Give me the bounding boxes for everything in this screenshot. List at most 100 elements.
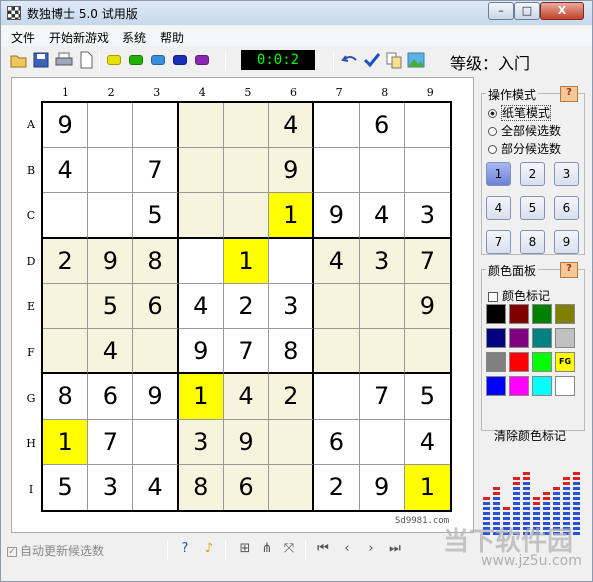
number-button-2[interactable]: 2 [520,162,545,186]
save-icon[interactable] [32,51,50,69]
sudoku-cell-H2[interactable]: 7 [88,419,134,465]
help-pointer-icon[interactable]: ? [177,541,193,557]
sudoku-cell-E5[interactable]: 2 [223,283,270,330]
menu-system[interactable]: 系统 [122,29,146,46]
sudoku-cell-B2[interactable] [88,148,134,194]
sudoku-cell-D9[interactable]: 7 [404,238,450,284]
sudoku-cell-G9[interactable]: 5 [404,374,450,420]
color-swatch[interactable] [532,328,552,348]
sudoku-cell-C5[interactable] [223,193,270,239]
sudoku-cell-A6[interactable]: 4 [269,103,315,149]
color-swatch[interactable] [532,352,552,372]
radio-pen-mode[interactable]: 纸笔模式 [488,104,552,121]
color-swatch[interactable] [486,304,506,324]
close-button[interactable]: X [540,2,584,20]
sudoku-cell-G3[interactable]: 9 [133,374,179,420]
sudoku-cell-F6[interactable]: 8 [269,329,315,375]
sudoku-cell-B7[interactable] [314,148,360,194]
sudoku-cell-D2[interactable]: 9 [88,238,134,284]
sudoku-cell-A7[interactable] [314,103,360,149]
sudoku-cell-H4[interactable]: 3 [178,419,224,465]
sudoku-cell-C1[interactable] [43,193,89,239]
sudoku-cell-F8[interactable] [359,329,405,375]
sudoku-cell-D8[interactable]: 3 [359,238,405,284]
sudoku-cell-E1[interactable] [43,283,89,330]
color-mark-checkbox[interactable]: 颜色标记 [488,287,550,304]
sudoku-cell-H9[interactable]: 4 [404,419,450,465]
menu-help[interactable]: 帮助 [160,29,184,46]
minimize-button[interactable]: – [488,2,514,20]
sudoku-cell-A9[interactable] [404,103,450,149]
sudoku-cell-H8[interactable] [359,419,405,465]
mode-help-button[interactable]: ? [560,86,578,102]
sudoku-cell-B8[interactable] [359,148,405,194]
tree-icon[interactable]: ⊞ [237,541,253,557]
last-icon[interactable]: ⏭ [387,541,403,557]
sudoku-cell-B6[interactable]: 9 [269,148,315,194]
branch-icon[interactable]: ⋔ [259,541,275,557]
color-swatch[interactable] [486,352,506,372]
number-button-3[interactable]: 3 [554,162,579,186]
sudoku-cell-I9[interactable]: 1 [404,464,450,510]
radio-partial-candidates[interactable]: 部分候选数 [488,140,561,157]
sudoku-cell-C7[interactable]: 9 [314,193,360,239]
sudoku-cell-I1[interactable]: 5 [43,464,89,510]
color-swatch[interactable] [509,328,529,348]
sudoku-cell-H7[interactable]: 6 [314,419,360,465]
check-icon[interactable] [363,51,381,69]
sudoku-cell-E2[interactable]: 5 [88,283,134,330]
sudoku-cell-E8[interactable] [359,283,405,330]
color-swatch[interactable] [486,376,506,396]
color-swatch[interactable] [532,376,552,396]
color-swatch[interactable] [532,304,552,324]
blue-marker-icon[interactable] [151,55,165,65]
number-button-1[interactable]: 1 [486,162,511,186]
sudoku-cell-G4[interactable]: 1 [178,374,224,420]
sudoku-cell-H1[interactable]: 1 [43,419,89,465]
clear-color-button[interactable]: 清除颜色标记 [494,427,566,444]
sudoku-cell-F3[interactable] [133,329,179,375]
print-icon[interactable] [55,51,73,69]
color-help-button[interactable]: ? [560,262,578,278]
sudoku-cell-I8[interactable]: 9 [359,464,405,510]
sudoku-cell-B5[interactable] [223,148,270,194]
sudoku-cell-G6[interactable]: 2 [269,374,315,420]
color-swatch[interactable] [509,304,529,324]
sudoku-cell-I4[interactable]: 8 [178,464,224,510]
green-marker-icon[interactable] [129,55,143,65]
sudoku-cell-E3[interactable]: 6 [133,283,179,330]
sudoku-cell-G5[interactable]: 4 [223,374,270,420]
sudoku-cell-D6[interactable] [269,238,315,284]
sudoku-cell-B3[interactable]: 7 [133,148,179,194]
sudoku-cell-A2[interactable] [88,103,134,149]
number-button-9[interactable]: 9 [554,230,579,254]
number-button-5[interactable]: 5 [520,196,545,220]
number-button-8[interactable]: 8 [520,230,545,254]
sudoku-cell-C9[interactable]: 3 [404,193,450,239]
sudoku-cell-H5[interactable]: 9 [223,419,270,465]
sudoku-cell-B4[interactable] [178,148,224,194]
sudoku-cell-C4[interactable] [178,193,224,239]
number-button-4[interactable]: 4 [486,196,511,220]
sudoku-cell-E7[interactable] [314,283,360,330]
sudoku-cell-G7[interactable] [314,374,360,420]
sudoku-cell-C6[interactable]: 1 [269,193,315,239]
sudoku-cell-B9[interactable] [404,148,450,194]
previous-icon[interactable]: ‹ [339,541,355,557]
sudoku-cell-A3[interactable] [133,103,179,149]
auto-update-checkbox[interactable]: ✓ 自动更新候选数 [7,542,104,559]
sudoku-cell-F4[interactable]: 9 [178,329,224,375]
color-swatch[interactable]: FG [555,352,575,372]
color-swatch[interactable] [509,352,529,372]
menu-file[interactable]: 文件 [11,29,35,46]
sudoku-cell-B1[interactable]: 4 [43,148,89,194]
sudoku-cell-D3[interactable]: 8 [133,238,179,284]
color-swatch[interactable] [486,328,506,348]
sudoku-cell-I2[interactable]: 3 [88,464,134,510]
color-swatch[interactable] [555,304,575,324]
image-icon[interactable] [407,51,425,69]
sudoku-cell-H6[interactable] [269,419,315,465]
number-button-7[interactable]: 7 [486,230,511,254]
navy-marker-icon[interactable] [173,55,187,65]
sudoku-cell-D7[interactable]: 4 [314,238,360,284]
